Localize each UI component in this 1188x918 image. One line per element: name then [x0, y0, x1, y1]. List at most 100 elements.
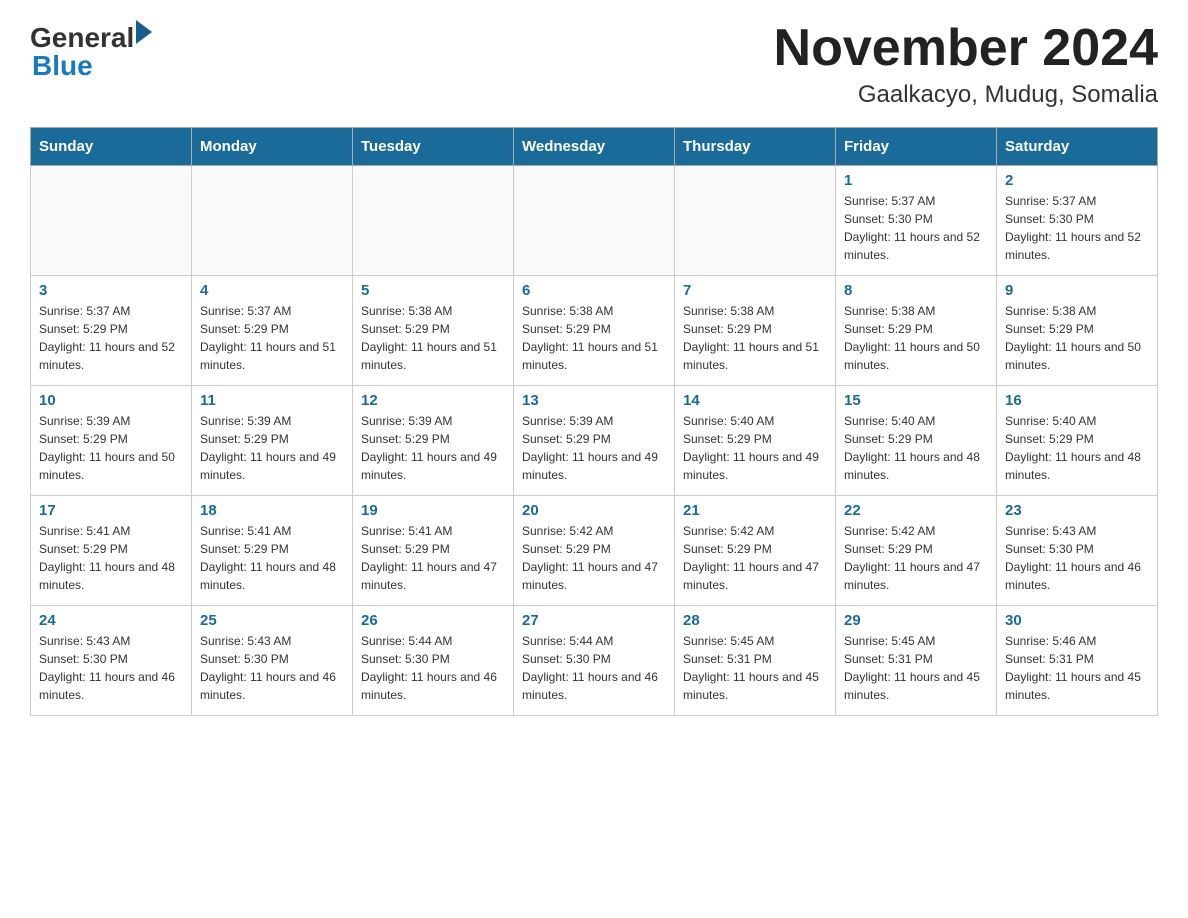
calendar-week-row: 3 Sunrise: 5:37 AMSunset: 5:29 PMDaylight… [31, 276, 1158, 386]
day-of-week-header: Saturday [997, 128, 1158, 166]
day-number: 17 [39, 502, 183, 519]
day-info: Sunrise: 5:45 AMSunset: 5:31 PMDaylight:… [844, 632, 988, 704]
calendar-header-row: SundayMondayTuesdayWednesdayThursdayFrid… [31, 128, 1158, 166]
calendar-day-cell: 28Sunrise: 5:45 AMSunset: 5:31 PMDayligh… [675, 606, 836, 716]
day-info: Sunrise: 5:38 AMSunset: 5:29 PMDaylight:… [683, 302, 827, 374]
day-number: 7 [683, 282, 827, 299]
day-info: Sunrise: 5:44 AMSunset: 5:30 PMDaylight:… [361, 632, 505, 704]
calendar-day-cell: 12Sunrise: 5:39 AMSunset: 5:29 PMDayligh… [353, 386, 514, 496]
day-number: 11 [200, 392, 344, 409]
day-info: Sunrise: 5:37 AMSunset: 5:29 PMDaylight:… [39, 302, 183, 374]
calendar-day-cell: 25 Sunrise: 5:43 AMSunset: 5:30 PMDayligh… [192, 606, 353, 716]
calendar-week-row: 1 Sunrise: 5:37 AMSunset: 5:30 PMDaylight… [31, 166, 1158, 276]
day-info: Sunrise: 5:46 AMSunset: 5:31 PMDaylight:… [1005, 632, 1149, 704]
day-number: 27 [522, 612, 666, 629]
calendar-day-cell [31, 166, 192, 276]
day-info: Sunrise: 5:38 AMSunset: 5:29 PMDaylight:… [844, 302, 988, 374]
calendar-day-cell: 4Sunrise: 5:37 AMSunset: 5:29 PMDaylight… [192, 276, 353, 386]
header: General Blue November 2024 Gaalkacyo, Mu… [30, 20, 1158, 109]
day-info: Sunrise: 5:43 AMSunset: 5:30 PMDaylight:… [39, 632, 183, 704]
calendar-subtitle: Gaalkacyo, Mudug, Somalia [774, 81, 1158, 109]
day-of-week-header: Friday [836, 128, 997, 166]
day-info: Sunrise: 5:41 AMSunset: 5:29 PMDaylight:… [200, 522, 344, 594]
day-info: Sunrise: 5:42 AMSunset: 5:29 PMDaylight:… [683, 522, 827, 594]
calendar-day-cell: 9Sunrise: 5:38 AMSunset: 5:29 PMDaylight… [997, 276, 1158, 386]
day-number: 24 [39, 612, 183, 629]
day-of-week-header: Wednesday [514, 128, 675, 166]
calendar-day-cell: 10 Sunrise: 5:39 AMSunset: 5:29 PMDayligh… [31, 386, 192, 496]
day-info: Sunrise: 5:42 AMSunset: 5:29 PMDaylight:… [522, 522, 666, 594]
day-info: Sunrise: 5:37 AMSunset: 5:30 PMDaylight:… [844, 192, 988, 264]
logo-blue-text: Blue [32, 50, 93, 81]
calendar-day-cell: 13 Sunrise: 5:39 AMSunset: 5:29 PMDayligh… [514, 386, 675, 496]
calendar-day-cell: 20 Sunrise: 5:42 AMSunset: 5:29 PMDayligh… [514, 496, 675, 606]
day-info: Sunrise: 5:40 AMSunset: 5:29 PMDaylight:… [1005, 412, 1149, 484]
day-number: 9 [1005, 282, 1149, 299]
day-number: 2 [1005, 172, 1149, 189]
day-of-week-header: Monday [192, 128, 353, 166]
day-of-week-header: Tuesday [353, 128, 514, 166]
calendar-day-cell: 22Sunrise: 5:42 AMSunset: 5:29 PMDayligh… [836, 496, 997, 606]
day-info: Sunrise: 5:40 AMSunset: 5:29 PMDaylight:… [844, 412, 988, 484]
day-info: Sunrise: 5:39 AMSunset: 5:29 PMDaylight:… [200, 412, 344, 484]
day-number: 3 [39, 282, 183, 299]
calendar-day-cell: 2 Sunrise: 5:37 AMSunset: 5:30 PMDaylight… [997, 166, 1158, 276]
day-number: 21 [683, 502, 827, 519]
calendar-day-cell: 6 Sunrise: 5:38 AMSunset: 5:29 PMDaylight… [514, 276, 675, 386]
day-number: 16 [1005, 392, 1149, 409]
calendar-day-cell: 29 Sunrise: 5:45 AMSunset: 5:31 PMDayligh… [836, 606, 997, 716]
day-of-week-header: Sunday [31, 128, 192, 166]
day-info: Sunrise: 5:44 AMSunset: 5:30 PMDaylight:… [522, 632, 666, 704]
day-info: Sunrise: 5:38 AMSunset: 5:29 PMDaylight:… [522, 302, 666, 374]
day-info: Sunrise: 5:43 AMSunset: 5:30 PMDaylight:… [200, 632, 344, 704]
day-number: 12 [361, 392, 505, 409]
day-number: 20 [522, 502, 666, 519]
day-number: 8 [844, 282, 988, 299]
calendar-title: November 2024 [774, 20, 1158, 77]
day-info: Sunrise: 5:39 AMSunset: 5:29 PMDaylight:… [522, 412, 666, 484]
day-info: Sunrise: 5:37 AMSunset: 5:30 PMDaylight:… [1005, 192, 1149, 264]
calendar-day-cell: 11 Sunrise: 5:39 AMSunset: 5:29 PMDayligh… [192, 386, 353, 496]
day-info: Sunrise: 5:38 AMSunset: 5:29 PMDaylight:… [361, 302, 505, 374]
day-number: 28 [683, 612, 827, 629]
day-info: Sunrise: 5:42 AMSunset: 5:29 PMDaylight:… [844, 522, 988, 594]
calendar-day-cell [192, 166, 353, 276]
day-info: Sunrise: 5:41 AMSunset: 5:29 PMDaylight:… [39, 522, 183, 594]
calendar-week-row: 17 Sunrise: 5:41 AMSunset: 5:29 PMDayligh… [31, 496, 1158, 606]
day-number: 5 [361, 282, 505, 299]
calendar-day-cell: 23 Sunrise: 5:43 AMSunset: 5:30 PMDayligh… [997, 496, 1158, 606]
calendar-day-cell [353, 166, 514, 276]
calendar-day-cell: 14 Sunrise: 5:40 AMSunset: 5:29 PMDayligh… [675, 386, 836, 496]
calendar-day-cell: 21 Sunrise: 5:42 AMSunset: 5:29 PMDayligh… [675, 496, 836, 606]
title-area: November 2024 Gaalkacyo, Mudug, Somalia [774, 20, 1158, 109]
day-info: Sunrise: 5:40 AMSunset: 5:29 PMDaylight:… [683, 412, 827, 484]
calendar-day-cell: 19Sunrise: 5:41 AMSunset: 5:29 PMDayligh… [353, 496, 514, 606]
day-number: 25 [200, 612, 344, 629]
day-number: 23 [1005, 502, 1149, 519]
day-number: 15 [844, 392, 988, 409]
calendar-week-row: 24 Sunrise: 5:43 AMSunset: 5:30 PMDayligh… [31, 606, 1158, 716]
calendar-day-cell: 18 Sunrise: 5:41 AMSunset: 5:29 PMDayligh… [192, 496, 353, 606]
calendar-day-cell: 3 Sunrise: 5:37 AMSunset: 5:29 PMDaylight… [31, 276, 192, 386]
day-number: 14 [683, 392, 827, 409]
day-number: 13 [522, 392, 666, 409]
day-number: 1 [844, 172, 988, 189]
calendar-day-cell [514, 166, 675, 276]
day-info: Sunrise: 5:43 AMSunset: 5:30 PMDaylight:… [1005, 522, 1149, 594]
calendar-day-cell: 26 Sunrise: 5:44 AMSunset: 5:30 PMDayligh… [353, 606, 514, 716]
logo-arrow-icon [136, 20, 152, 44]
day-number: 26 [361, 612, 505, 629]
day-number: 30 [1005, 612, 1149, 629]
day-info: Sunrise: 5:39 AMSunset: 5:29 PMDaylight:… [39, 412, 183, 484]
day-number: 10 [39, 392, 183, 409]
day-of-week-header: Thursday [675, 128, 836, 166]
day-number: 6 [522, 282, 666, 299]
calendar-day-cell: 7 Sunrise: 5:38 AMSunset: 5:29 PMDaylight… [675, 276, 836, 386]
day-number: 18 [200, 502, 344, 519]
logo-area: General Blue [30, 20, 152, 82]
calendar-day-cell: 1 Sunrise: 5:37 AMSunset: 5:30 PMDaylight… [836, 166, 997, 276]
day-number: 29 [844, 612, 988, 629]
calendar-table: SundayMondayTuesdayWednesdayThursdayFrid… [30, 127, 1158, 716]
day-number: 4 [200, 282, 344, 299]
calendar-day-cell: 27 Sunrise: 5:44 AMSunset: 5:30 PMDayligh… [514, 606, 675, 716]
